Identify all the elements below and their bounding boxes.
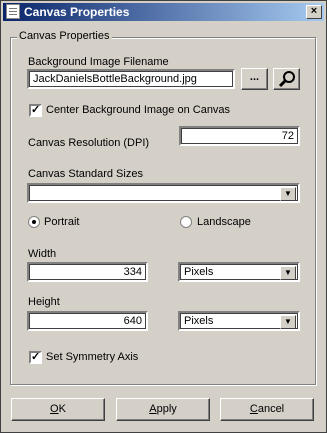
title-bar: Canvas Properties ×	[3, 3, 324, 21]
portrait-radio[interactable]	[28, 216, 40, 228]
background-image-label: Background Image Filename	[28, 56, 169, 68]
resolution-input[interactable]: 72	[179, 126, 300, 146]
dropdown-arrow-icon[interactable]: ▼	[280, 266, 296, 280]
ok-button[interactable]: OK	[11, 398, 105, 421]
group-label: Canvas Properties	[17, 30, 112, 42]
width-label: Width	[28, 248, 57, 260]
height-input[interactable]: 640	[27, 311, 148, 331]
portrait-label: Portrait	[44, 216, 80, 228]
landscape-radio[interactable]	[180, 216, 192, 228]
dropdown-arrow-icon[interactable]: ▼	[280, 315, 296, 329]
ok-mnemonic: O	[50, 403, 59, 415]
symmetry-checkbox[interactable]: ✓	[29, 351, 42, 364]
landscape-label: Landscape	[197, 216, 251, 228]
background-filename-input[interactable]: JackDanielsBottleBackground.jpg	[27, 69, 235, 89]
standard-sizes-label: Canvas Standard Sizes	[28, 168, 143, 180]
width-unit-value: Pixels	[184, 266, 214, 278]
center-image-label: Center Background Image on Canvas	[46, 104, 231, 116]
ok-label: K	[58, 403, 66, 415]
apply-mnemonic: A	[149, 403, 157, 415]
close-button[interactable]: ×	[306, 5, 322, 19]
apply-button[interactable]: Apply	[116, 398, 210, 421]
symmetry-label: Set Symmetry Axis	[46, 351, 139, 363]
browse-button[interactable]: ...	[241, 68, 268, 90]
width-input[interactable]: 334	[27, 262, 148, 282]
window-title: Canvas Properties	[24, 5, 130, 19]
standard-sizes-select[interactable]: ▼	[27, 183, 300, 203]
resolution-label: Canvas Resolution (DPI)	[28, 137, 150, 149]
height-unit-value: Pixels	[184, 315, 214, 327]
canvas-properties-group	[10, 37, 316, 385]
height-unit-select[interactable]: Pixels ▼	[178, 311, 300, 331]
center-image-checkbox[interactable]: ✓	[29, 104, 42, 117]
height-label: Height	[28, 296, 60, 308]
app-icon	[6, 4, 20, 19]
cancel-label: ancel	[257, 403, 285, 415]
preview-button[interactable]	[273, 68, 300, 90]
width-unit-select[interactable]: Pixels ▼	[178, 262, 300, 282]
cancel-mnemonic: C	[249, 403, 258, 415]
cancel-button[interactable]: Cancel	[220, 398, 314, 421]
dropdown-arrow-icon[interactable]: ▼	[280, 187, 296, 201]
magnifier-icon	[278, 71, 295, 88]
apply-label: pply	[156, 403, 177, 415]
